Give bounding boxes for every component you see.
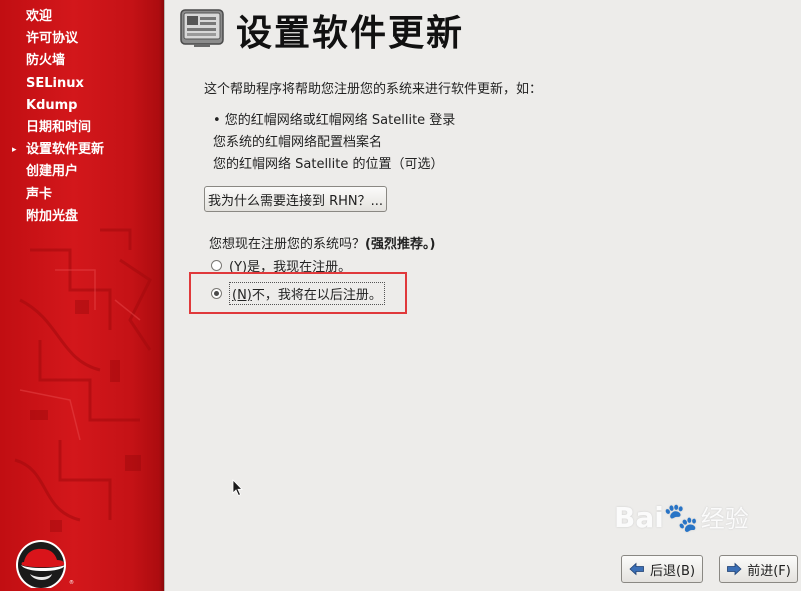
- sidebar-item-label: 日期和时间: [26, 119, 92, 135]
- sidebar-item-firewall: 防火墙: [0, 50, 164, 72]
- forward-button-label: 前进(F): [747, 563, 791, 579]
- watermark-cn: 经验: [700, 505, 749, 533]
- back-button-label: 后退(B): [649, 563, 696, 579]
- paw-icon: 🐾: [663, 501, 699, 534]
- svg-text:®: ®: [69, 579, 74, 586]
- sidebar-item-datetime: 日期和时间: [0, 117, 164, 139]
- sidebar-item-label: 许可协议: [26, 31, 79, 47]
- arrow-left-icon: [629, 562, 644, 576]
- sidebar-item-label: 声卡: [26, 186, 53, 202]
- baidu-jingyan-watermark: Bai🐾经验: [614, 499, 749, 534]
- sidebar-item-welcome: 欢迎: [0, 6, 164, 28]
- list-item: 您的红帽网络 Satellite 的位置（可选）: [213, 157, 444, 172]
- sidebar-item-selinux: SELinux: [0, 73, 164, 95]
- question-emphasis: (强烈推荐。): [365, 237, 436, 252]
- sidebar-item-license: 许可协议: [0, 28, 164, 50]
- back-button[interactable]: 后退(B): [621, 555, 703, 583]
- annotation-highlight-box: [189, 272, 407, 314]
- watermark-latin: Bai: [614, 501, 664, 534]
- sidebar: 欢迎 许可协议 防火墙 SELinux Kdump 日期和时间 ▸ 设置软件更新 …: [0, 0, 165, 591]
- sidebar-item-label: 欢迎: [26, 9, 53, 24]
- register-question: 您想现在注册您的系统吗？(强烈推荐。): [209, 233, 435, 252]
- current-step-arrow-icon: ▸: [12, 145, 17, 156]
- redhat-shadowman-logo: ®: [16, 540, 74, 588]
- why-connect-rhn-label: 我为什么需要连接到 RHN？...: [207, 193, 384, 209]
- list-item: • 您的红帽网络或红帽网络 Satellite 登录: [213, 113, 456, 128]
- radio-unchecked-icon[interactable]: [211, 260, 222, 271]
- sidebar-item-label: 附加光盘: [26, 208, 79, 224]
- sidebar-nav: 欢迎 许可协议 防火墙 SELinux Kdump 日期和时间 ▸ 设置软件更新 …: [0, 6, 164, 228]
- sidebar-item-label: SELinux: [26, 75, 84, 91]
- sidebar-item-label: 防火墙: [26, 53, 66, 69]
- sidebar-item-create-user: 创建用户: [0, 161, 164, 183]
- software-update-icon: [180, 9, 224, 47]
- forward-button[interactable]: 前进(F): [719, 555, 798, 583]
- list-item: 您系统的红帽网络配置档案名: [213, 135, 383, 150]
- sidebar-item-label: Kdump: [26, 97, 78, 113]
- sidebar-item-label: 设置软件更新: [26, 142, 105, 158]
- sidebar-item-additional-cd: 附加光盘: [0, 206, 164, 228]
- arrow-right-icon: [727, 562, 742, 576]
- sidebar-item-sound-card: 声卡: [0, 184, 164, 206]
- intro-text: 这个帮助程序将帮助您注册您的系统来进行软件更新，如：: [204, 82, 543, 97]
- why-connect-rhn-button[interactable]: 我为什么需要连接到 RHN？...: [204, 186, 387, 212]
- page-title: 设置软件更新: [236, 12, 465, 54]
- sidebar-item-software-update: ▸ 设置软件更新: [0, 139, 164, 161]
- mouse-pointer-icon: [232, 479, 243, 497]
- sidebar-item-label: 创建用户: [26, 164, 79, 180]
- question-text: 您想现在注册您的系统吗？: [209, 237, 366, 252]
- sidebar-item-kdump: Kdump: [0, 95, 164, 117]
